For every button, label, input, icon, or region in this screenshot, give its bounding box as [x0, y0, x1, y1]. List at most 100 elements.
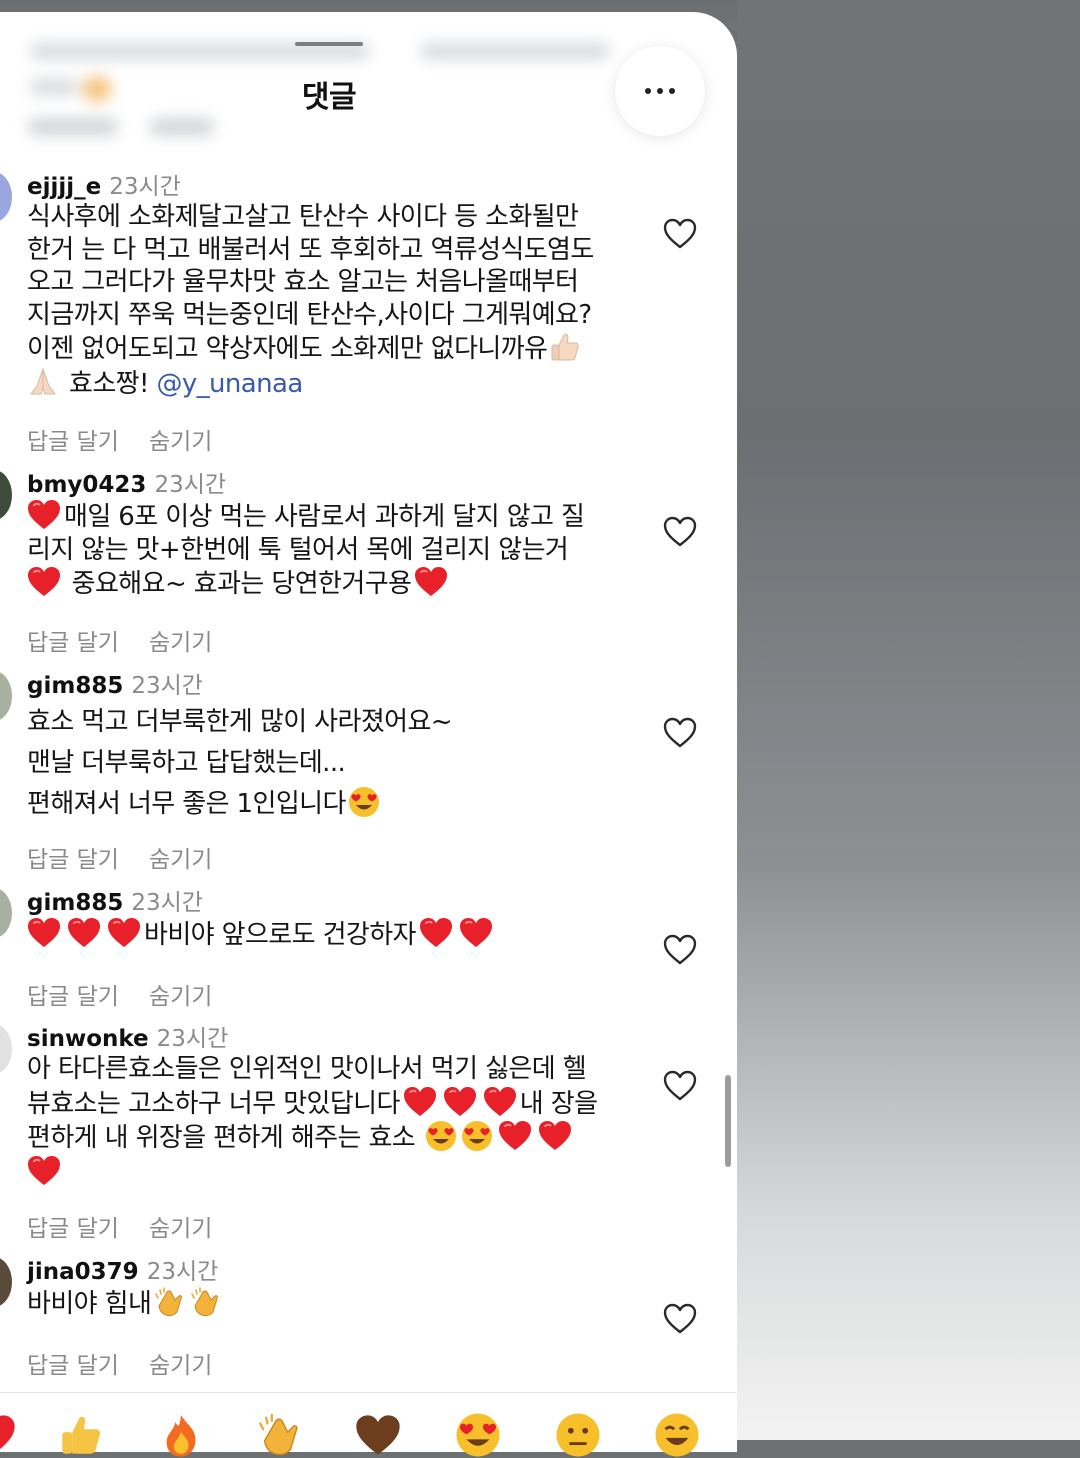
comment-header: ejjjj_e 23시간: [27, 167, 181, 201]
comment-line: 이젠 없어도되고 약상자에도 소화제만 없다니까유: [27, 334, 548, 364]
comment-line: 중요해요~ 효과는 당연한거구용: [64, 569, 412, 599]
red-heart-emoji: [414, 566, 448, 597]
heart-eyes-emoji: [348, 786, 380, 818]
drag-handle[interactable]: [295, 42, 363, 46]
like-heart-icon[interactable]: [663, 1070, 697, 1102]
red-heart-emoji: [419, 917, 453, 948]
red-heart-emoji: [27, 917, 61, 948]
like-heart-icon[interactable]: [663, 1303, 697, 1335]
more-dot-icon: [645, 88, 651, 94]
avatar[interactable]: [0, 1257, 12, 1307]
comment-username[interactable]: jina0379: [27, 1259, 139, 1285]
comment-line: 내 장을: [519, 1088, 598, 1119]
comment-line: 바비야 힘내: [27, 1289, 152, 1319]
reply-button[interactable]: 답글 달기: [27, 1353, 119, 1379]
comment-time: 23시간: [146, 1259, 219, 1285]
comment-text: 식사후에 소화제달고살고 탄산수 사이다 등 소화될만 한거 는 다 먹고 배불…: [27, 201, 627, 400]
background-right: [737, 0, 1080, 1440]
clapping-hands-emoji: [153, 1286, 185, 1318]
heart-eyes-reaction-icon[interactable]: [455, 1412, 501, 1458]
red-heart-emoji: [107, 917, 141, 948]
red-heart-reaction-icon[interactable]: [0, 1412, 16, 1458]
red-heart-emoji: [67, 917, 101, 948]
comment-line: 뷰효소는 고소하구 너무 맛있답니다: [27, 1088, 400, 1119]
comment-line: 한거 는 다 먹고 배불러서 또 후회하고 역류성식도염도: [27, 234, 594, 265]
comment-actions: 답글 달기 숨기기: [27, 840, 242, 874]
hide-button[interactable]: 숨기기: [149, 1353, 212, 1379]
comments-sheet: 댓글 ejjjj_e 23시간 식사후에 소화제달고살고 탄산수 사이다 등 소화…: [0, 12, 737, 1452]
comment-time: 23시간: [156, 1026, 229, 1052]
comment-actions: 답글 달기 숨기기: [27, 1209, 242, 1243]
like-heart-icon[interactable]: [663, 717, 697, 749]
like-heart-icon[interactable]: [663, 516, 697, 548]
reply-button[interactable]: 답글 달기: [27, 429, 119, 455]
hide-button[interactable]: 숨기기: [149, 429, 212, 455]
comment-line: 아 타다른효소들은 인위적인 맛이나서 먹기 싫은데 헬: [27, 1054, 587, 1084]
comment-text: 매일 6포 이상 먹는 사람로서 과하게 달지 않고 질 리지 않는 맛+한번에…: [27, 499, 627, 601]
brown-heart-reaction-icon[interactable]: [355, 1412, 401, 1458]
comment-line: 리지 않는 맛+한번에 툭 털어서 목에 걸리지 않는거: [27, 534, 569, 565]
avatar[interactable]: [0, 470, 12, 520]
comment-actions: 답글 달기 숨기기: [27, 977, 242, 1011]
red-heart-emoji: [27, 566, 61, 597]
red-heart-emoji: [498, 1120, 532, 1151]
comment-text: 효소 먹고 더부룩한게 많이 사라졌어요~ 맨날 더부룩하고 답답했는데... …: [27, 702, 627, 825]
grinning-face-reaction-icon[interactable]: [654, 1412, 700, 1458]
red-heart-emoji: [403, 1086, 437, 1117]
comment-time: 23시간: [109, 174, 181, 200]
mention-link[interactable]: @y_unanaa: [156, 369, 303, 399]
comment-line: 매일 6포 이상 먹는 사람로서 과하게 달지 않고 질: [64, 502, 585, 532]
clap-reaction-icon[interactable]: [256, 1412, 302, 1458]
avatar[interactable]: [0, 888, 12, 938]
comment-line: 오고 그러다가 율무차맛 효소 알고는 처음나올때부터: [27, 267, 579, 297]
comment-header: gim885 23시간: [27, 883, 203, 917]
thumbs-up-reaction-icon[interactable]: [58, 1412, 104, 1458]
hide-button[interactable]: 숨기기: [149, 1216, 212, 1242]
red-heart-emoji: [459, 917, 493, 948]
comment-time: 23시간: [131, 673, 203, 699]
sheet-title: 댓글: [301, 80, 357, 115]
red-heart-emoji: [538, 1120, 572, 1151]
comment-line: 효소짱!: [69, 368, 157, 399]
red-heart-emoji: [27, 499, 61, 530]
fire-reaction-icon[interactable]: [158, 1412, 204, 1458]
neutral-face-reaction-icon[interactable]: [555, 1412, 601, 1458]
hide-button[interactable]: 숨기기: [149, 847, 212, 873]
comment-username[interactable]: ejjjj_e: [27, 174, 101, 200]
comment-username[interactable]: sinwonke: [27, 1026, 149, 1052]
reply-button[interactable]: 답글 달기: [27, 984, 119, 1010]
more-options-button[interactable]: [615, 46, 705, 136]
comment-username[interactable]: gim885: [27, 890, 123, 916]
comment-line: 바비야 앞으로도 건강하자: [144, 920, 416, 950]
comment-header: gim885 23시간: [27, 666, 203, 700]
reply-button[interactable]: 답글 달기: [27, 1216, 119, 1242]
like-heart-icon[interactable]: [663, 934, 697, 966]
comment-actions: 답글 달기 숨기기: [27, 1346, 242, 1380]
reply-button[interactable]: 답글 달기: [27, 847, 119, 873]
hide-button[interactable]: 숨기기: [149, 630, 212, 656]
comment-text: 바비야 힘내: [27, 1286, 627, 1321]
red-heart-emoji: [443, 1086, 477, 1117]
comment-username[interactable]: bmy0423: [27, 472, 146, 498]
avatar[interactable]: [0, 172, 12, 222]
avatar[interactable]: [0, 1024, 12, 1074]
comment-time: 23시간: [131, 890, 203, 916]
comment-line: 편해져서 너무 좋은 1인입니다: [27, 789, 346, 819]
reply-button[interactable]: 답글 달기: [27, 630, 119, 656]
like-heart-icon[interactable]: [663, 218, 697, 250]
comment-username[interactable]: gim885: [27, 673, 123, 699]
comment-header: jina0379 23시간: [27, 1252, 218, 1286]
heart-eyes-emoji: [461, 1120, 493, 1152]
reaction-bar-divider: [0, 1392, 737, 1393]
avatar[interactable]: [0, 671, 12, 721]
comment-actions: 답글 달기 숨기기: [27, 422, 242, 456]
comment-line: 편하게 내 위장을 편하게 해주는 효소: [27, 1123, 423, 1153]
comment-header: bmy0423 23시간: [27, 465, 226, 499]
comment-text: 아 타다른효소들은 인위적인 맛이나서 먹기 싫은데 헬 뷰효소는 고소하구 너…: [27, 1053, 627, 1189]
comment-line: 지금까지 쭈욱 먹는중인데 탄산수,사이다 그게뭐예요?: [27, 299, 592, 330]
scrollbar[interactable]: [725, 1075, 731, 1167]
heart-eyes-emoji: [425, 1120, 457, 1152]
thumbs-up-emoji: [549, 331, 581, 363]
hide-button[interactable]: 숨기기: [149, 984, 212, 1010]
comment-actions: 답글 달기 숨기기: [27, 623, 242, 657]
